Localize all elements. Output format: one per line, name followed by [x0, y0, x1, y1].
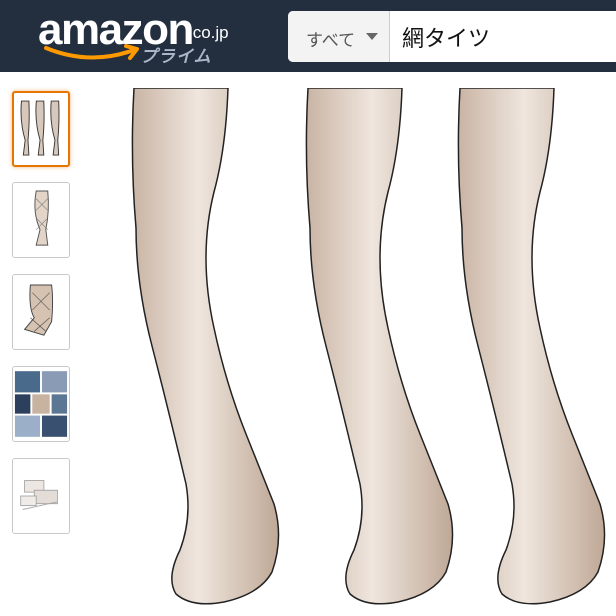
caret-down-icon	[366, 33, 378, 40]
tights-pair-1	[131, 88, 280, 605]
thumbnail-three-pairs[interactable]	[12, 91, 70, 167]
foot-thumbnail-icon	[23, 284, 54, 336]
amazon-prime-logo[interactable]: amazon .co.jp プライム	[38, 6, 238, 68]
thumbnail-foot-closeup[interactable]	[12, 274, 70, 350]
logo-domain: .co.jp	[188, 23, 229, 42]
thumbnail-lifestyle-collage[interactable]	[12, 366, 70, 442]
top-nav-bar: amazon .co.jp プライム すべて 網タイツ	[0, 0, 616, 72]
thumbnail-package-contents[interactable]	[12, 458, 70, 534]
main-product-image[interactable]	[80, 88, 616, 616]
department-dropdown[interactable]: すべて	[288, 11, 390, 62]
leg-thumbnail-icon	[34, 190, 49, 246]
package-thumbnail-icon	[20, 480, 58, 510]
department-label: すべて	[306, 31, 356, 51]
search-input[interactable]: 網タイツ	[402, 21, 490, 53]
logo-prime-label: プライム	[140, 47, 212, 67]
thumbnail-single-leg[interactable]	[12, 182, 70, 258]
tights-thumbnail-icon	[20, 100, 60, 156]
smile-arrow-icon	[44, 44, 139, 60]
collage-thumbnail-icon	[14, 371, 68, 437]
search-bar: すべて 網タイツ	[288, 11, 616, 62]
